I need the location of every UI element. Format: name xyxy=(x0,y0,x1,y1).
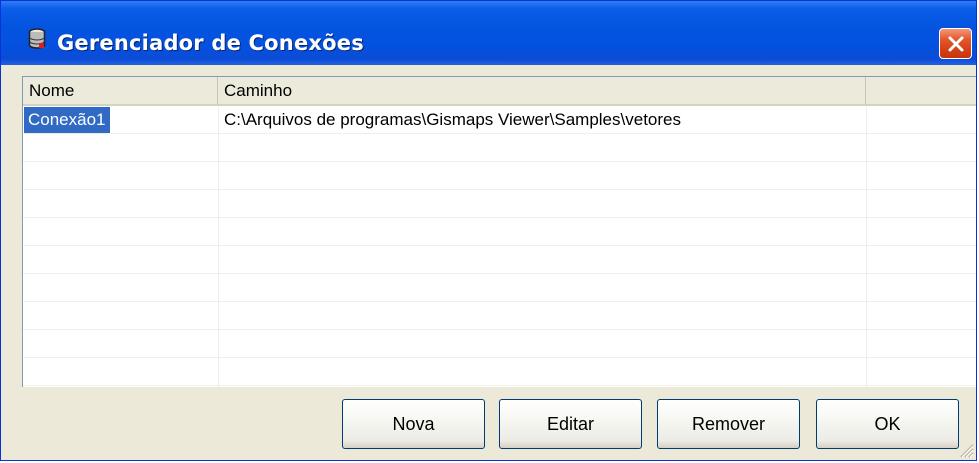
close-button[interactable] xyxy=(939,28,972,59)
table-row-empty[interactable] xyxy=(23,218,976,246)
selected-cell-text: Conexão1 xyxy=(24,107,110,133)
table-row-empty[interactable] xyxy=(23,302,976,330)
editar-button[interactable]: Editar xyxy=(499,399,642,449)
button-bar: Nova Editar Remover OK xyxy=(1,399,976,449)
table-row-empty[interactable] xyxy=(23,358,976,386)
nova-button[interactable]: Nova xyxy=(342,399,485,449)
close-icon xyxy=(948,36,964,52)
cell-nome[interactable]: Conexão1 xyxy=(23,106,218,134)
table-row-empty[interactable] xyxy=(23,274,976,302)
table-body: Conexão1 C:\Arquivos de programas\Gismap… xyxy=(23,106,976,387)
column-header-filler xyxy=(866,77,976,104)
window-title: Gerenciador de Conexões xyxy=(57,31,364,55)
column-header-caminho[interactable]: Caminho xyxy=(218,77,866,104)
column-header-nome[interactable]: Nome xyxy=(23,77,218,104)
table-row-empty[interactable] xyxy=(23,190,976,218)
table-row-empty[interactable] xyxy=(23,134,976,162)
table-row-empty[interactable] xyxy=(23,330,976,358)
cell-caminho[interactable]: C:\Arquivos de programas\Gismaps Viewer\… xyxy=(218,106,866,134)
table-row-empty[interactable] xyxy=(23,246,976,274)
database-icon xyxy=(28,28,46,50)
resize-grip-icon[interactable] xyxy=(958,442,974,458)
connections-table[interactable]: Nome Caminho Conexão1 C:\Arquivos de pro… xyxy=(22,76,976,387)
remover-button[interactable]: Remover xyxy=(657,399,800,449)
connection-manager-window: Gerenciador de Conexões Nome Caminho Con… xyxy=(0,0,977,461)
ok-button[interactable]: OK xyxy=(816,399,959,449)
table-row[interactable]: Conexão1 C:\Arquivos de programas\Gismap… xyxy=(23,106,976,134)
table-row-empty[interactable] xyxy=(23,162,976,190)
title-bar[interactable]: Gerenciador de Conexões xyxy=(1,1,976,65)
table-header: Nome Caminho xyxy=(23,77,976,106)
